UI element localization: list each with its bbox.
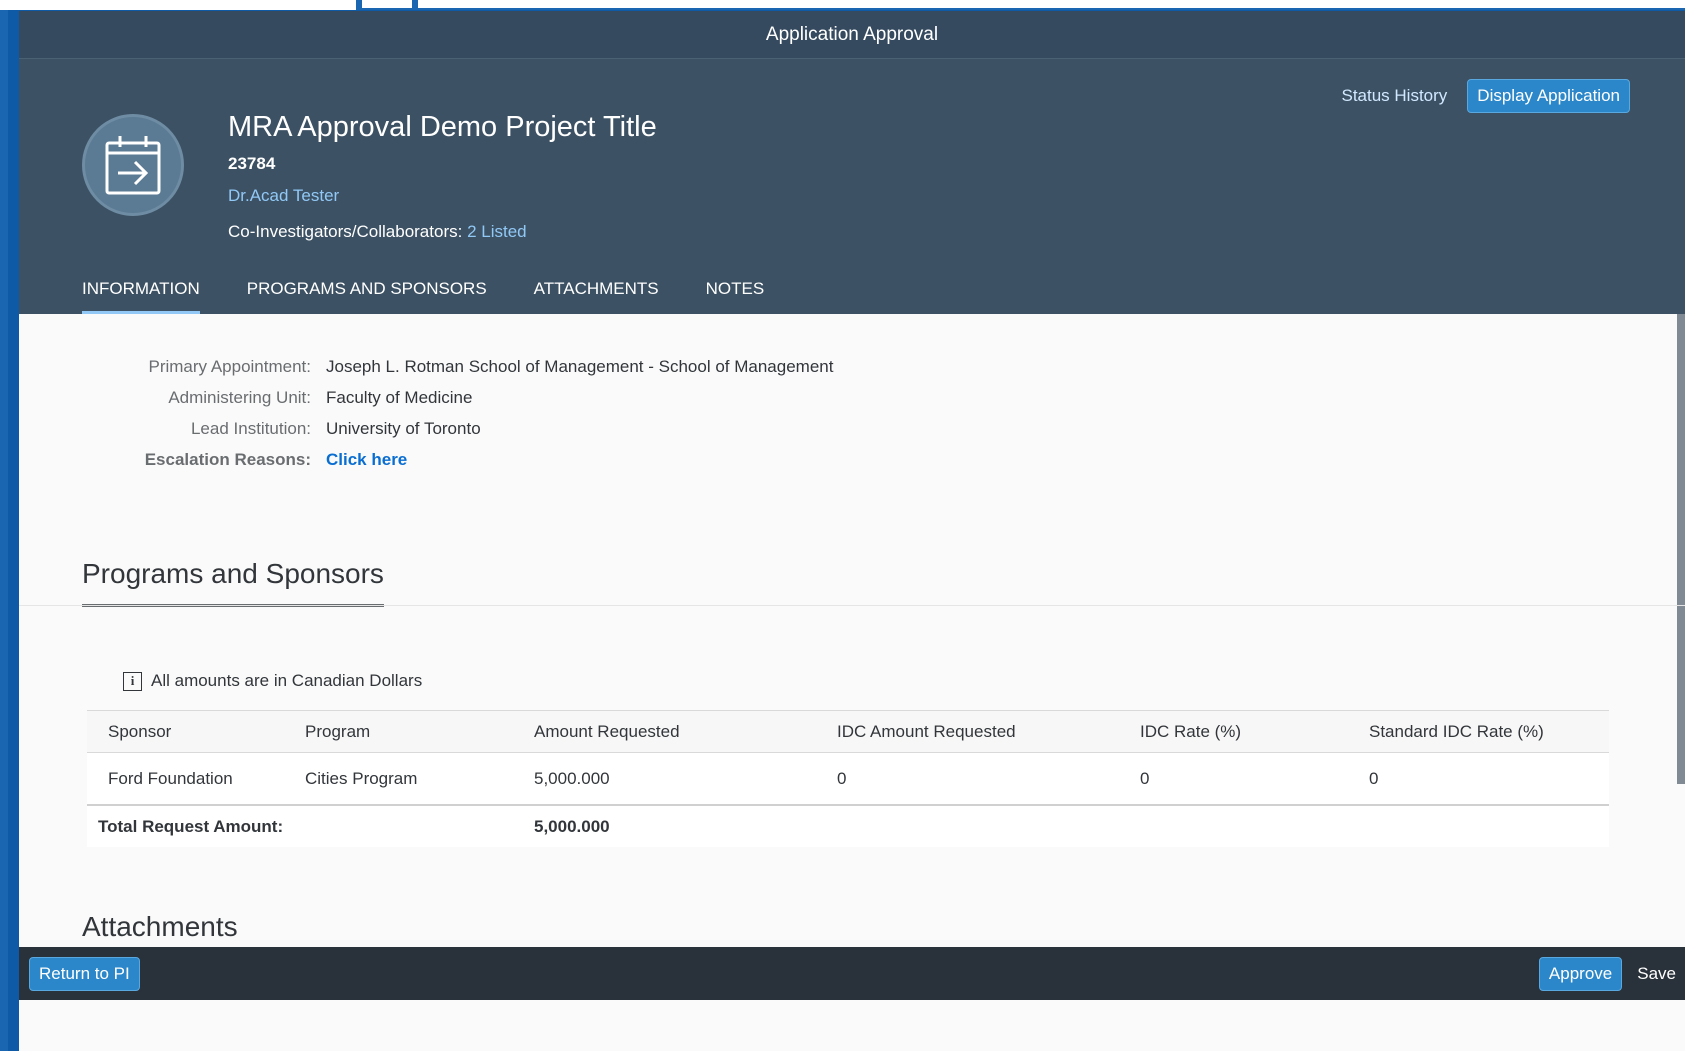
lead-institution-label: Lead Institution:	[190, 418, 311, 438]
information-form: Primary Appointment: Joseph L. Rotman Sc…	[19, 351, 1019, 475]
programs-table: Sponsor Program Amount Requested IDC Amo…	[87, 710, 1609, 847]
coinvestigators-link[interactable]: 2 Listed	[467, 222, 527, 241]
avatar	[82, 114, 184, 216]
top-strip-right	[418, 0, 1685, 8]
tab-information[interactable]: INFORMATION	[82, 279, 200, 314]
return-to-pi-button[interactable]: Return to PI	[29, 956, 140, 991]
tab-bar: INFORMATION PROGRAMS AND SPONSORS ATTACH…	[82, 279, 764, 314]
object-info: MRA Approval Demo Project Title 23784 Dr…	[228, 111, 657, 242]
header-actions: Status History Display Application	[1341, 79, 1630, 113]
info-icon: i	[123, 671, 142, 691]
currency-note-text: All amounts are in Canadian Dollars	[151, 671, 423, 690]
programs-section-title: Programs and Sponsors	[82, 558, 384, 607]
currency-note: i All amounts are in Canadian Dollars	[123, 671, 422, 691]
project-number: 23784	[228, 154, 276, 173]
lead-institution-value: University of Toronto	[326, 418, 481, 438]
form-row: Administering Unit: Faculty of Medicine	[19, 382, 1019, 413]
footer-toolbar: Return to PI Approve Save	[19, 947, 1685, 1000]
footer-actions: Approve Save	[1538, 956, 1676, 991]
standard-idc-rate-cell: 0	[1369, 768, 1379, 788]
calendar-arrow-icon	[105, 136, 161, 195]
top-strip-left	[0, 0, 356, 10]
form-row: Primary Appointment: Joseph L. Rotman Sc…	[19, 351, 1019, 382]
vertical-scrollbar[interactable]	[1677, 314, 1685, 784]
tab-attachments[interactable]: ATTACHMENTS	[534, 279, 659, 314]
idc-amount-cell: 0	[837, 768, 847, 788]
total-value: 5,000.000	[534, 816, 610, 836]
column-header[interactable]: Standard IDC Rate (%)	[1369, 722, 1609, 742]
amount-requested-cell: 5,000.000	[534, 768, 610, 788]
column-header[interactable]: Program	[305, 722, 534, 742]
tab-notes[interactable]: NOTES	[706, 279, 765, 314]
escalation-reasons-label: Escalation Reasons:	[144, 449, 311, 469]
object-header: Status History Display Application MRA A…	[19, 59, 1685, 314]
window-title: Application Approval	[19, 11, 1685, 59]
table-header: Sponsor Program Amount Requested IDC Amo…	[87, 710, 1609, 753]
section-divider	[19, 605, 1685, 606]
administering-unit-label: Administering Unit:	[168, 387, 311, 407]
tab-programs-and-sponsors[interactable]: PROGRAMS AND SPONSORS	[247, 279, 487, 314]
coinvestigators-row: Co-Investigators/Collaborators: 2 Listed	[228, 222, 657, 242]
save-button[interactable]: Save	[1637, 964, 1676, 984]
column-header[interactable]: IDC Amount Requested	[837, 722, 1140, 742]
display-application-button[interactable]: Display Application	[1467, 79, 1630, 113]
form-row: Escalation Reasons: Click here	[19, 444, 1019, 475]
primary-appointment-value: Joseph L. Rotman School of Management - …	[326, 356, 834, 376]
status-history-button[interactable]: Status History	[1341, 86, 1447, 106]
project-title: MRA Approval Demo Project Title	[228, 111, 657, 143]
application-window: Application Approval Status History Disp…	[19, 11, 1685, 1051]
column-header[interactable]: Sponsor	[87, 722, 305, 742]
table-row[interactable]: Ford Foundation Cities Program 5,000.000…	[87, 753, 1609, 806]
column-header[interactable]: IDC Rate (%)	[1140, 722, 1369, 742]
escalation-reasons-link[interactable]: Click here	[326, 450, 407, 470]
primary-appointment-label: Primary Appointment:	[148, 356, 311, 376]
form-row: Lead Institution: University of Toronto	[19, 413, 1019, 444]
principal-investigator-link[interactable]: Dr.Acad Tester	[228, 186, 657, 206]
administering-unit-value: Faculty of Medicine	[326, 387, 473, 407]
table-total-row: Total Request Amount: 5,000.000	[87, 806, 1609, 847]
coinvestigators-label: Co-Investigators/Collaborators:	[228, 222, 463, 241]
total-label: Total Request Amount:	[98, 816, 284, 836]
column-header[interactable]: Amount Requested	[534, 722, 837, 742]
program-cell: Cities Program	[305, 768, 418, 788]
sponsor-cell: Ford Foundation	[108, 768, 233, 788]
idc-rate-cell: 0	[1140, 768, 1150, 788]
approve-button[interactable]: Approve	[1538, 956, 1623, 991]
top-strip-middle	[362, 0, 412, 8]
content-area: Primary Appointment: Joseph L. Rotman Sc…	[19, 314, 1685, 1000]
